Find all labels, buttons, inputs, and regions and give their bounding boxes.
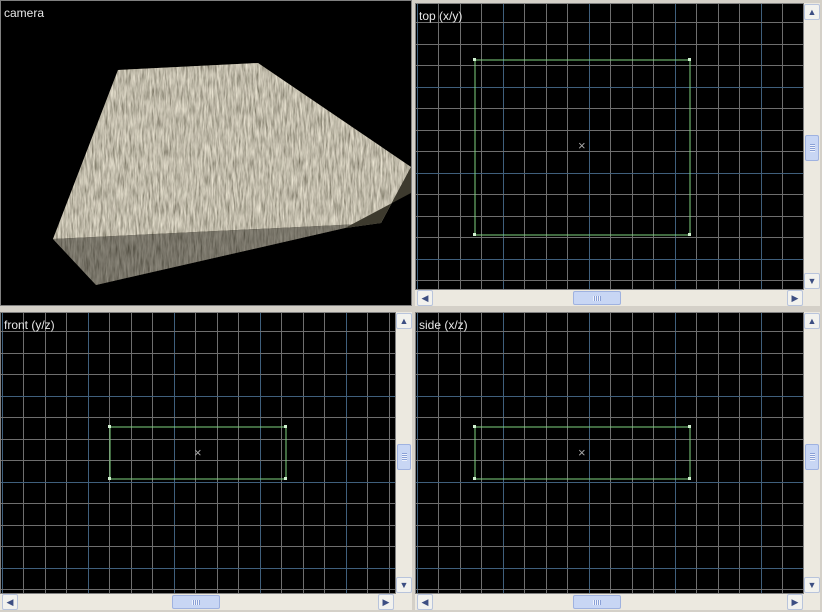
- center-marker-icon: ×: [578, 138, 586, 153]
- brush-top-face: [53, 63, 411, 239]
- side-hscroll-thumb[interactable]: [573, 595, 621, 609]
- center-marker-icon: ×: [194, 445, 202, 460]
- camera-viewport-label: camera: [4, 6, 45, 20]
- side-horizontal-scrollbar[interactable]: ◀ ▶: [415, 594, 804, 610]
- scroll-up-icon[interactable]: ▲: [396, 313, 412, 329]
- scroll-right-icon[interactable]: ▶: [787, 594, 803, 610]
- scroll-left-icon[interactable]: ◀: [2, 594, 18, 610]
- scroll-down-icon[interactable]: ▼: [396, 577, 412, 593]
- scroll-down-icon[interactable]: ▼: [804, 273, 820, 289]
- side-vertical-scrollbar[interactable]: ▲ ▼: [804, 312, 820, 594]
- scroll-left-icon[interactable]: ◀: [417, 594, 433, 610]
- side-vscroll-thumb[interactable]: [805, 444, 819, 470]
- scroll-up-icon[interactable]: ▲: [804, 313, 820, 329]
- camera-viewport[interactable]: camera: [0, 0, 412, 306]
- front-viewport-label: front (y/z): [4, 318, 55, 332]
- top-viewport[interactable]: top (x/y) ×: [415, 3, 804, 290]
- side-scroll-corner: [804, 594, 820, 610]
- side-viewport-label: side (x/z): [419, 318, 468, 332]
- front-viewport[interactable]: front (y/z) ×: [0, 312, 396, 594]
- scroll-right-icon[interactable]: ▶: [378, 594, 394, 610]
- top-horizontal-scrollbar[interactable]: ◀ ▶: [415, 290, 804, 306]
- scroll-up-icon[interactable]: ▲: [804, 4, 820, 20]
- camera-render: [53, 63, 411, 285]
- top-vscroll-thumb[interactable]: [805, 135, 819, 161]
- side-brush[interactable]: [416, 313, 804, 594]
- front-vertical-scrollbar[interactable]: ▲ ▼: [396, 312, 412, 594]
- front-horizontal-scrollbar[interactable]: ◀ ▶: [0, 594, 396, 610]
- top-hscroll-thumb[interactable]: [573, 291, 621, 305]
- top-scroll-corner: [804, 290, 820, 306]
- top-vertical-scrollbar[interactable]: ▲ ▼: [804, 3, 820, 290]
- scroll-left-icon[interactable]: ◀: [417, 290, 433, 306]
- scroll-down-icon[interactable]: ▼: [804, 577, 820, 593]
- scroll-right-icon[interactable]: ▶: [787, 290, 803, 306]
- front-vscroll-thumb[interactable]: [397, 444, 411, 470]
- top-brush[interactable]: [416, 4, 804, 290]
- front-hscroll-thumb[interactable]: [172, 595, 220, 609]
- top-viewport-label: top (x/y): [419, 9, 463, 23]
- front-scroll-corner: [396, 594, 412, 610]
- center-marker-icon: ×: [578, 445, 586, 460]
- side-viewport[interactable]: side (x/z) ×: [415, 312, 804, 594]
